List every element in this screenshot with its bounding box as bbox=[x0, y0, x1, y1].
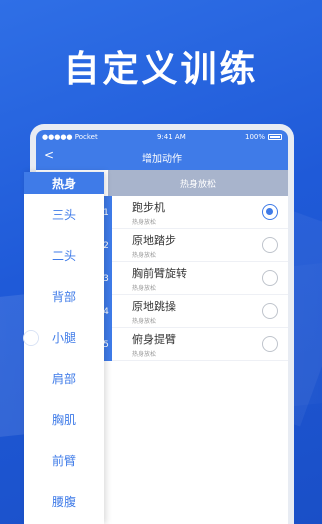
exercise-name: 跑步机 bbox=[132, 200, 165, 214]
radio-unselected[interactable] bbox=[262, 303, 278, 319]
list-item[interactable]: 1 跑步机 热身放松 bbox=[100, 196, 288, 229]
exercise-name: 原地踏步 bbox=[132, 233, 176, 247]
radio-unselected[interactable] bbox=[262, 270, 278, 286]
battery: 100% bbox=[245, 133, 282, 141]
side-menu-header[interactable]: 热身 bbox=[24, 172, 104, 194]
radio-unselected[interactable] bbox=[262, 237, 278, 253]
radio-unselected[interactable] bbox=[262, 336, 278, 352]
time-label: 9:41 AM bbox=[156, 133, 186, 141]
status-bar: ●●●●● Pocket 9:41 AM 100% bbox=[36, 130, 288, 144]
side-menu-item[interactable]: 二头 bbox=[24, 235, 104, 276]
exercise-category: 热身放松 bbox=[132, 350, 157, 358]
side-menu-item[interactable]: 腰腹 bbox=[24, 481, 104, 522]
exercise-category: 热身放松 bbox=[132, 218, 157, 226]
battery-label: 100% bbox=[244, 133, 265, 141]
exercise-name: 胸前臂旋转 bbox=[132, 266, 187, 280]
side-menu-item[interactable]: 三头 bbox=[24, 194, 104, 235]
side-menu-item[interactable]: 背部 bbox=[24, 276, 104, 317]
category-side-menu: 热身 三头 二头 背部 小腿 肩部 胸肌 前臂 腰腹 bbox=[24, 172, 104, 524]
exercise-name: 原地跳操 bbox=[132, 299, 176, 313]
page-headline: 自定义训练 bbox=[63, 49, 259, 90]
side-menu-item[interactable]: 小腿 bbox=[24, 317, 104, 358]
back-icon[interactable]: < bbox=[44, 148, 54, 162]
nav-title: 增加动作 bbox=[142, 153, 182, 165]
side-menu-item[interactable]: 前臂 bbox=[24, 440, 104, 481]
exercise-category: 热身放松 bbox=[132, 251, 157, 259]
exercise-name: 俯身提臂 bbox=[132, 332, 176, 346]
list-item[interactable]: 2 原地踏步 热身放松 bbox=[100, 229, 288, 262]
carrier-label: ●●●●● Pocket bbox=[42, 133, 98, 141]
exercise-list: 1 跑步机 热身放松 2 原地踏步 热身放松 3 胸前臂旋转 热身放松 4 原地跳操热… bbox=[100, 196, 288, 361]
category-header: 热身放松 bbox=[108, 170, 288, 196]
side-menu-item[interactable]: 胸肌 bbox=[24, 399, 104, 440]
list-item[interactable]: 4 原地跳操 热身放松 bbox=[100, 295, 288, 328]
nav-bar: < 增加动作 bbox=[36, 144, 288, 170]
list-item[interactable]: 5 俯身提臂 热身放松 bbox=[100, 328, 288, 361]
exercise-category: 热身放松 bbox=[132, 317, 157, 325]
radio-selected[interactable] bbox=[262, 204, 278, 220]
exercise-category: 热身放松 bbox=[132, 284, 157, 292]
side-menu-item[interactable]: 肩部 bbox=[24, 358, 104, 399]
battery-icon bbox=[268, 134, 282, 140]
list-item[interactable]: 3 胸前臂旋转 热身放松 bbox=[100, 262, 288, 295]
